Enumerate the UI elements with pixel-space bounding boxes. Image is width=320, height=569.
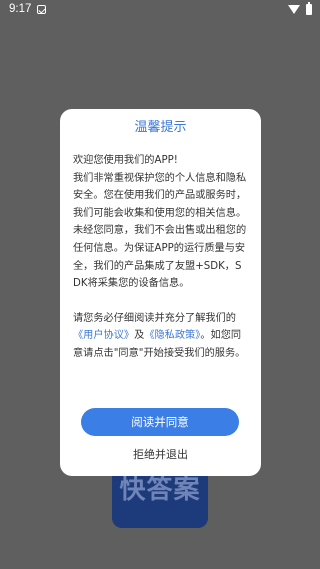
download-check-icon bbox=[37, 5, 46, 14]
status-icons bbox=[288, 2, 312, 15]
status-time: 9:17 bbox=[9, 3, 32, 15]
user-agreement-link[interactable]: 《用户协议》 bbox=[73, 330, 134, 341]
status-bar: 9:17 bbox=[0, 0, 320, 22]
agree-button[interactable]: 阅读并同意 bbox=[81, 408, 239, 436]
consent-prefix: 请您务必仔细阅读并充分了解我们的 bbox=[73, 312, 236, 324]
privacy-description: 我们非常重视保护您的个人信息和隐私安全。您在使用我们的产品或服务时，我们可能会收… bbox=[73, 172, 247, 290]
wifi-icon bbox=[288, 5, 300, 14]
consent-paragraph: 请您务必仔细阅读并充分了解我们的《用户协议》及《隐私政策》。如您同意请点击"同意… bbox=[73, 310, 248, 363]
privacy-policy-link[interactable]: 《隐私政策》 bbox=[144, 330, 200, 341]
reject-button[interactable]: 拒绝并退出 bbox=[60, 444, 261, 466]
privacy-dialog: 温馨提示 欢迎您使用我们的APP! 我们非常重视保护您的个人信息和隐私安全。您在… bbox=[60, 109, 261, 476]
battery-icon bbox=[306, 2, 312, 15]
dialog-body: 欢迎您使用我们的APP! 我们非常重视保护您的个人信息和隐私安全。您在使用我们的… bbox=[73, 152, 248, 363]
dialog-title: 温馨提示 bbox=[134, 120, 187, 135]
welcome-text: 欢迎您使用我们的APP! bbox=[73, 155, 178, 166]
and-text: 及 bbox=[134, 330, 145, 342]
